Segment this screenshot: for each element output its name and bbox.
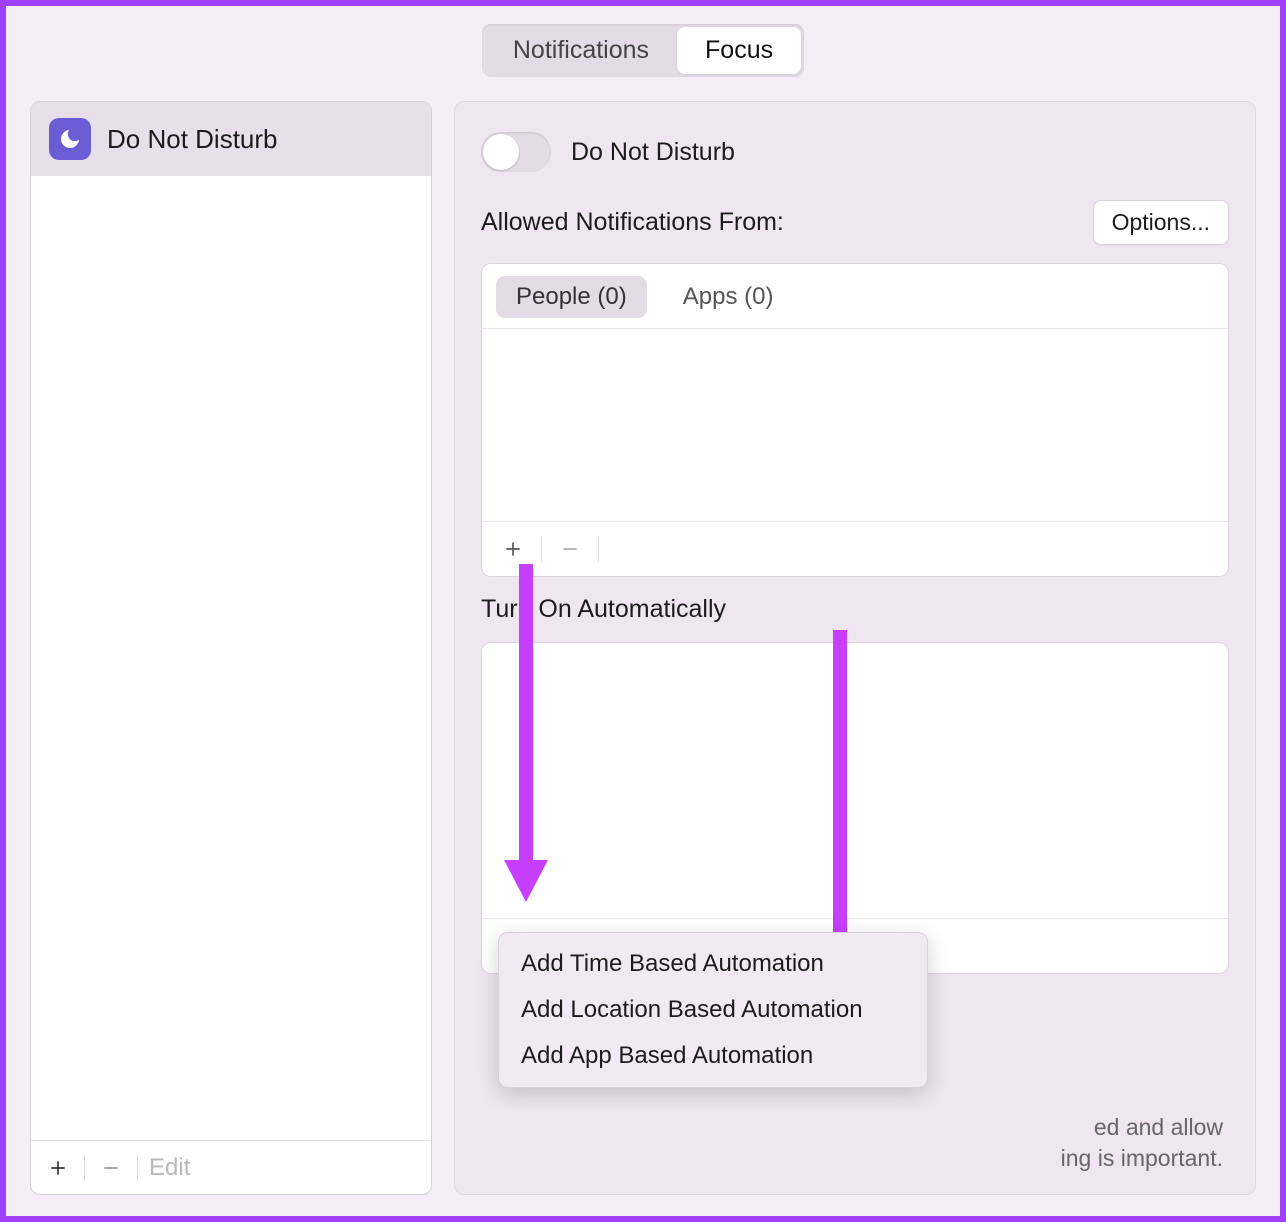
allowed-title: Allowed Notifications From: [481, 208, 784, 237]
toggle-knob [483, 134, 519, 170]
moon-icon [49, 118, 91, 160]
allowed-tabs: People (0) Apps (0) [482, 264, 1228, 329]
footer-hint-line2: ing is important. [1061, 1145, 1223, 1171]
tab-people[interactable]: People (0) [496, 276, 647, 318]
sidebar-footer: Edit [31, 1140, 431, 1194]
tab-focus[interactable]: Focus [677, 27, 801, 74]
popup-add-time[interactable]: Add Time Based Automation [505, 941, 921, 987]
annotation-arrow-left [496, 564, 556, 904]
dnd-label: Do Not Disturb [571, 138, 735, 167]
tab-apps[interactable]: Apps (0) [663, 276, 794, 318]
add-allowed-button[interactable] [496, 532, 530, 566]
allowed-panel: People (0) Apps (0) [481, 263, 1229, 577]
minus-icon [101, 1158, 121, 1178]
remove-allowed-button[interactable] [553, 532, 587, 566]
popup-add-location[interactable]: Add Location Based Automation [505, 987, 921, 1033]
edit-button[interactable]: Edit [149, 1154, 190, 1182]
divider [598, 536, 599, 562]
add-focus-button[interactable] [41, 1151, 75, 1185]
footer-hint: ed and allow ing is important. [1061, 1112, 1223, 1174]
footer-hint-line1: ed and allow [1094, 1114, 1223, 1140]
tab-bar: Notifications Focus [6, 6, 1280, 87]
divider [541, 536, 542, 562]
options-button[interactable]: Options... [1093, 200, 1229, 245]
allowed-header: Allowed Notifications From: Options... [481, 200, 1229, 245]
sidebar-item-do-not-disturb[interactable]: Do Not Disturb [31, 102, 431, 176]
plus-icon [48, 1158, 68, 1178]
popup-add-app[interactable]: Add App Based Automation [505, 1033, 921, 1079]
divider [84, 1155, 85, 1181]
remove-focus-button[interactable] [94, 1151, 128, 1185]
tab-segment: Notifications Focus [482, 24, 804, 77]
auto-header: Turn On Automatically [481, 595, 1229, 624]
annotation-arrow-right [810, 630, 870, 980]
allowed-footer [482, 521, 1228, 576]
tab-notifications[interactable]: Notifications [485, 27, 677, 74]
plus-icon [503, 539, 523, 559]
dnd-toggle-row: Do Not Disturb [481, 126, 1229, 182]
sidebar-item-label: Do Not Disturb [107, 124, 278, 155]
divider [137, 1155, 138, 1181]
automation-popup: Add Time Based Automation Add Location B… [498, 932, 928, 1088]
focus-sidebar: Do Not Disturb Edit [30, 101, 432, 1195]
dnd-toggle[interactable] [481, 132, 551, 172]
allowed-body [482, 329, 1228, 521]
sidebar-empty [31, 176, 431, 1140]
minus-icon [560, 539, 580, 559]
